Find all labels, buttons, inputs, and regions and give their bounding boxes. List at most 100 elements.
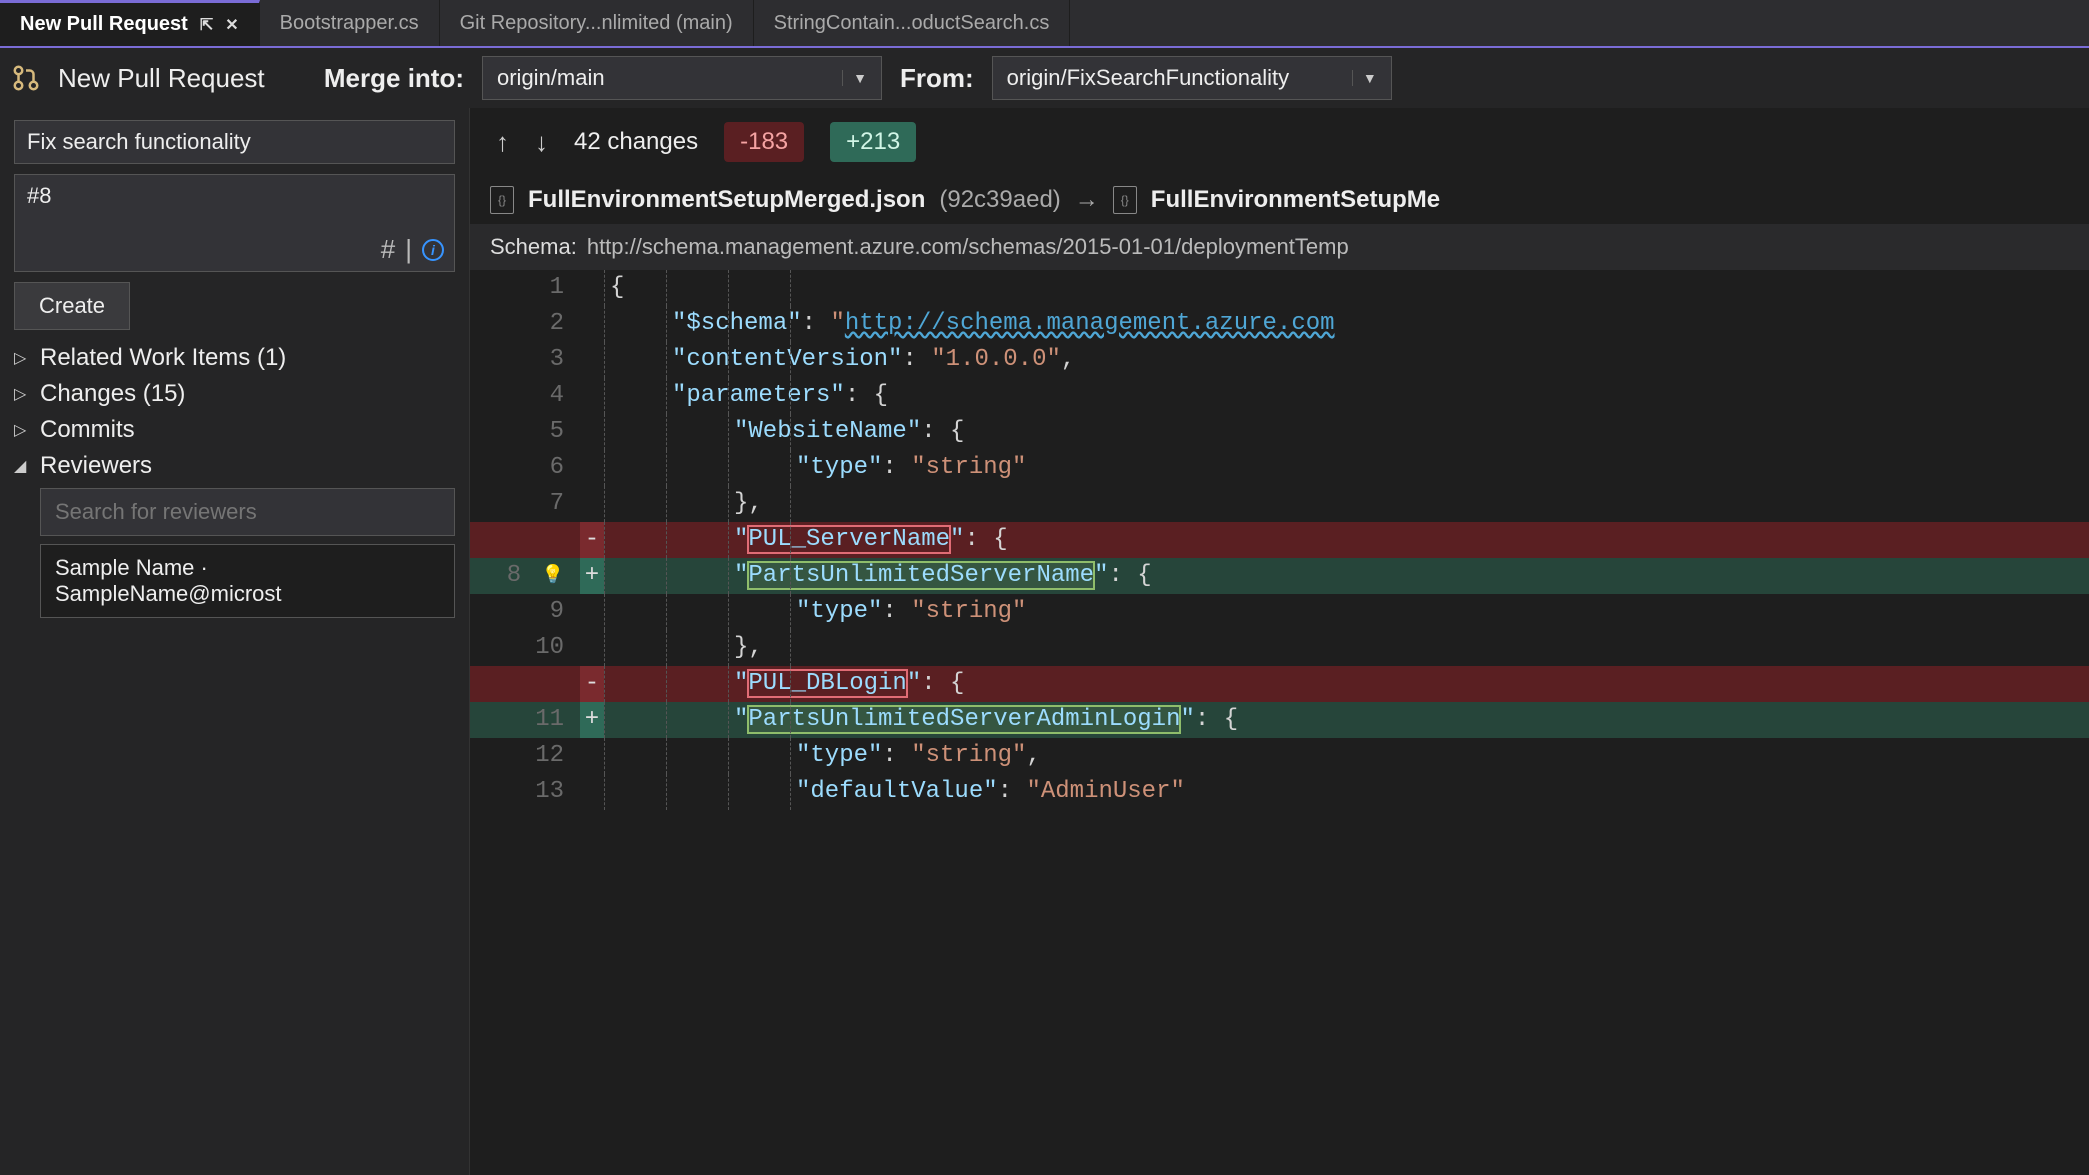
line-number: 9 [470,594,580,630]
pr-title-input[interactable] [14,120,455,164]
deletions-chip: -183 [724,122,804,162]
code-line[interactable]: 8 💡+"PartsUnlimitedServerName": { [470,558,2089,594]
diff-marker [580,306,604,342]
close-icon[interactable]: ✕ [225,15,238,35]
line-number: 8 💡 [470,558,580,594]
tab-label: Bootstrapper.cs [280,12,419,35]
diff-marker [580,630,604,666]
chevron-right-icon: ▷ [14,384,32,404]
chevron-down-icon: ▼ [1352,70,1377,86]
code-line[interactable]: 2 "$schema": "http://schema.management.az… [470,306,2089,342]
merge-into-combo[interactable]: origin/main ▼ [482,56,882,100]
diff-marker [580,738,604,774]
section-label: Changes (15) [40,380,185,408]
diff-marker [580,270,604,306]
line-number: 10 [470,630,580,666]
line-number: 1 [470,270,580,306]
tab-git-repo[interactable]: Git Repository...nlimited (main) [440,0,754,46]
line-number: 2 [470,306,580,342]
hash-icon[interactable]: # [381,234,395,265]
diff-marker [580,774,604,810]
code-content: "PUL_DBLogin": { [604,666,2089,702]
code-content: }, [604,630,2089,666]
code-content: "type": "string" [604,450,2089,486]
line-number: 12 [470,738,580,774]
code-line[interactable]: 1{ [470,270,2089,306]
tab-new-pr[interactable]: New Pull Request ⇱ ✕ [0,0,260,46]
code-content: "contentVersion": "1.0.0.0", [604,342,2089,378]
schema-bar: Schema: http://schema.management.azure.c… [470,224,2089,270]
code-content: "PartsUnlimitedServerName": { [604,558,2089,594]
diff-marker [580,378,604,414]
arrow-right-icon: → [1075,186,1099,214]
diff-marker [580,594,604,630]
code-line[interactable]: 5 "WebsiteName": { [470,414,2089,450]
section-changes[interactable]: ▷ Changes (15) [14,380,455,408]
diff-marker [580,414,604,450]
line-number: 6 [470,450,580,486]
code-line[interactable]: 13 "defaultValue": "AdminUser" [470,774,2089,810]
file-left-name: FullEnvironmentSetupMerged.json [528,186,925,214]
code-line[interactable]: 6 "type": "string" [470,450,2089,486]
code-diff-view[interactable]: 1{2 "$schema": "http://schema.management.… [470,270,2089,1175]
reviewer-search-input[interactable] [40,488,455,536]
code-content: "defaultValue": "AdminUser" [604,774,2089,810]
schema-label: Schema: [490,234,577,260]
code-content: "parameters": { [604,378,2089,414]
tab-stringcontain[interactable]: StringContain...oductSearch.cs [754,0,1071,46]
diff-marker: - [580,522,604,558]
prev-change-button[interactable]: ↑ [496,127,509,158]
code-line[interactable]: -"PUL_DBLogin": { [470,666,2089,702]
code-content: "WebsiteName": { [604,414,2089,450]
file-left-rev: (92c39aed) [939,186,1060,214]
changes-strip: ↑ ↓ 42 changes -183 +213 [470,108,2089,176]
code-content: "PartsUnlimitedServerAdminLogin": { [604,702,2089,738]
header-row: New Pull Request Merge into: origin/main… [0,48,2089,108]
section-reviewers[interactable]: ◢ Reviewers [14,452,455,480]
section-label: Related Work Items (1) [40,344,286,372]
code-content: }, [604,486,2089,522]
code-line[interactable]: 7}, [470,486,2089,522]
file-icon: {} [490,186,514,214]
line-number: 13 [470,774,580,810]
pin-icon[interactable]: ⇱ [200,15,213,35]
from-value: origin/FixSearchFunctionality [1007,65,1289,91]
tab-bootstrapper[interactable]: Bootstrapper.cs [260,0,440,46]
lightbulb-icon[interactable]: 💡 [542,558,564,594]
section-commits[interactable]: ▷ Commits [14,416,455,444]
line-number: 7 [470,486,580,522]
from-combo[interactable]: origin/FixSearchFunctionality ▼ [992,56,1392,100]
reviewer-item[interactable]: Sample Name · SampleName@microst [40,544,455,618]
pull-request-icon [8,60,44,96]
chevron-down-icon: ▼ [842,70,867,86]
line-number [470,522,580,558]
pr-description-box: #8 # | i [14,174,455,272]
code-line[interactable]: 4"parameters": { [470,378,2089,414]
code-content: "$schema": "http://schema.management.azu… [604,306,2089,342]
code-line[interactable]: 12"type": "string", [470,738,2089,774]
line-number: 3 [470,342,580,378]
chevron-right-icon: ▷ [14,348,32,368]
schema-value[interactable]: http://schema.management.azure.com/schem… [587,234,1349,260]
code-content: "type": "string" [604,594,2089,630]
tab-label: New Pull Request [20,13,188,36]
diff-marker: + [580,558,604,594]
code-line[interactable]: 3 "contentVersion": "1.0.0.0", [470,342,2089,378]
tab-bar: New Pull Request ⇱ ✕ Bootstrapper.cs Git… [0,0,2089,48]
chevron-down-icon: ◢ [14,456,32,476]
code-line[interactable]: 11+"PartsUnlimitedServerAdminLogin": { [470,702,2089,738]
code-line[interactable]: 9 "type": "string" [470,594,2089,630]
code-line[interactable]: -"PUL_ServerName": { [470,522,2089,558]
code-line[interactable]: 10}, [470,630,2089,666]
next-change-button[interactable]: ↓ [535,127,548,158]
merge-into-value: origin/main [497,65,605,91]
info-icon[interactable]: i [422,239,444,261]
pr-description-input[interactable]: #8 [27,183,442,243]
section-related-work-items[interactable]: ▷ Related Work Items (1) [14,344,455,372]
diff-marker [580,486,604,522]
create-button[interactable]: Create [14,282,130,330]
line-number [470,666,580,702]
file-header: {} FullEnvironmentSetupMerged.json (92c3… [470,176,2089,224]
line-number: 5 [470,414,580,450]
tab-label: StringContain...oductSearch.cs [774,12,1050,35]
